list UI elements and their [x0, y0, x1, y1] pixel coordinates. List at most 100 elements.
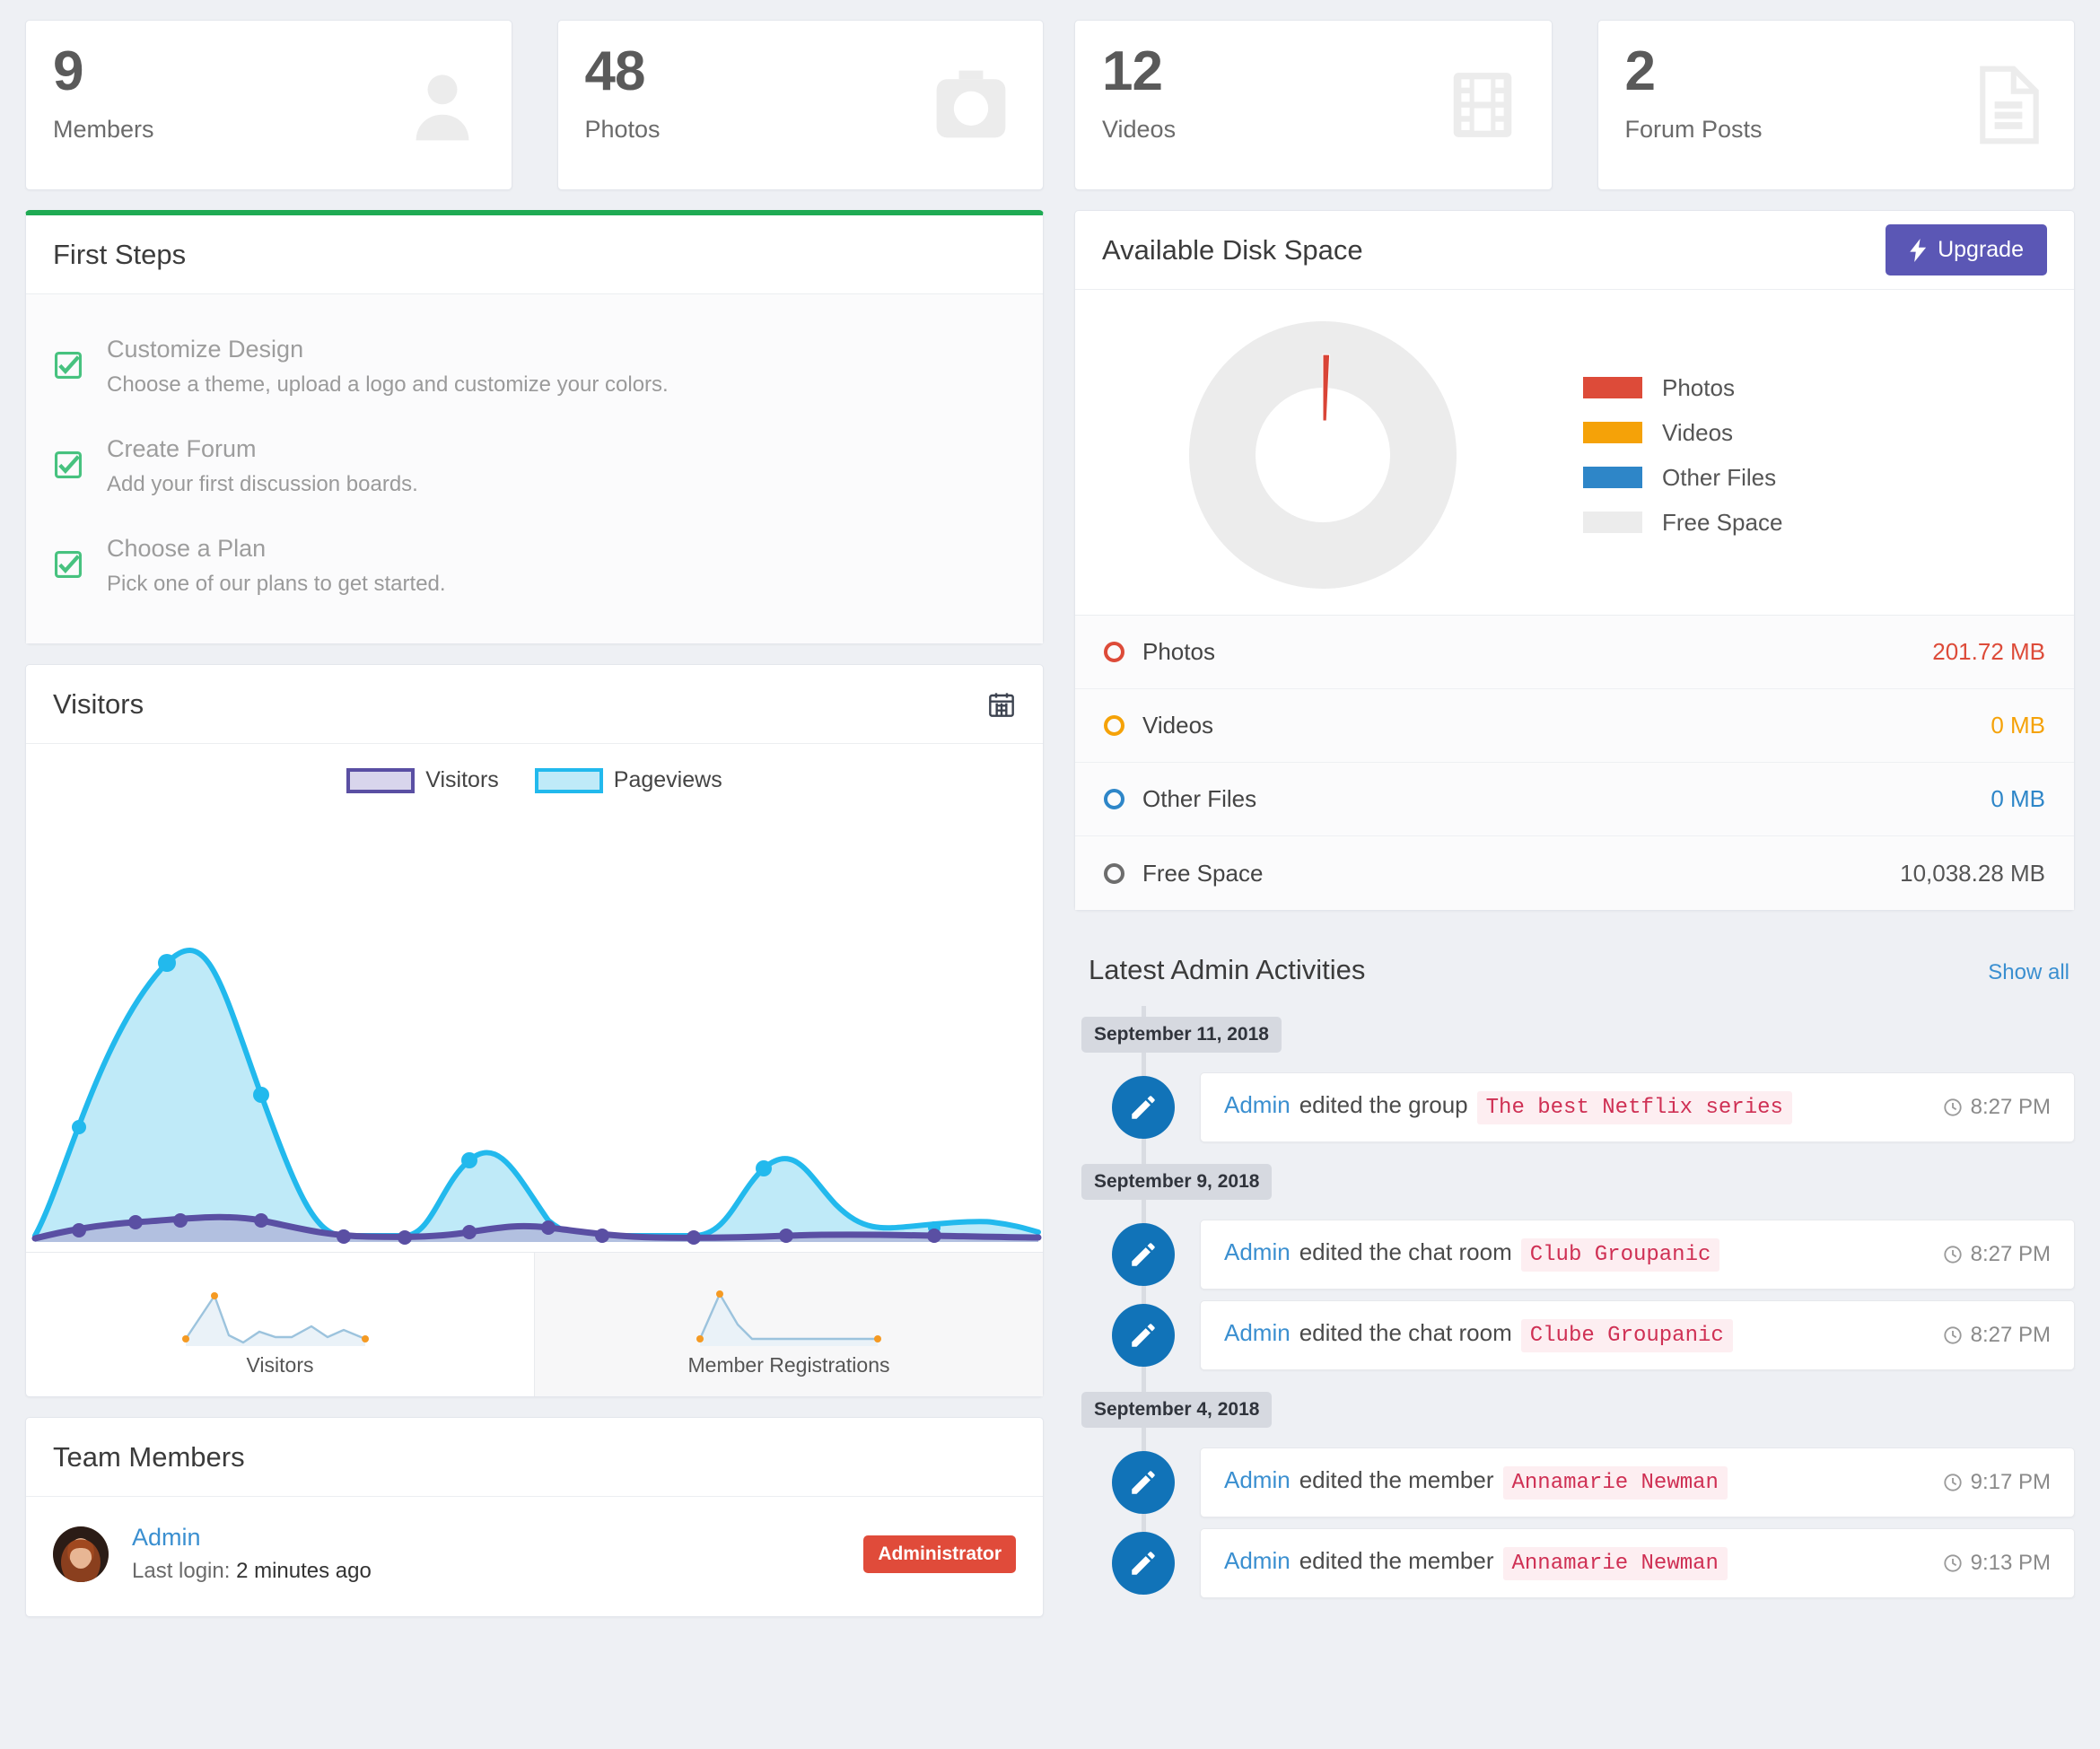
activity-time: 8:27 PM: [1943, 1095, 2051, 1120]
activity-text: Admin edited the chat room Club Groupani…: [1224, 1237, 1720, 1272]
legend-label: Pageviews: [613, 767, 722, 792]
ring-icon: [1104, 642, 1124, 662]
upgrade-button-label: Upgrade: [1938, 237, 2024, 262]
stat-card-forum-posts[interactable]: 2 Forum Posts: [1597, 20, 2075, 190]
activity-time: 8:27 PM: [1943, 1242, 2051, 1267]
legend-label: Visitors: [425, 767, 499, 792]
mini-chart-member-registrations[interactable]: Member Registrations: [534, 1253, 1043, 1396]
activity-card[interactable]: Admin edited the member Annamarie Newman…: [1200, 1447, 2075, 1517]
activity-card[interactable]: Admin edited the group The best Netflix …: [1200, 1072, 2075, 1142]
status-badge: Administrator: [863, 1535, 1016, 1573]
disk-space-panel: Available Disk Space Upgrade Photos Vide…: [1074, 210, 2075, 911]
avatar[interactable]: [53, 1526, 109, 1582]
activity-object[interactable]: Annamarie Newman: [1502, 1465, 1728, 1500]
disk-legend-item[interactable]: Videos: [1583, 419, 1782, 447]
calendar-icon[interactable]: [987, 690, 1016, 719]
show-all-link[interactable]: Show all: [1988, 960, 2069, 985]
activity-object[interactable]: Annamarie Newman: [1502, 1546, 1728, 1580]
pencil-icon: [1112, 1076, 1175, 1139]
disk-legend-item[interactable]: Free Space: [1583, 509, 1782, 537]
step-description: Choose a theme, upload a logo and custom…: [107, 372, 669, 397]
pencil-icon: [1112, 1532, 1175, 1595]
activity-item[interactable]: Admin edited the group The best Netflix …: [1074, 1072, 2075, 1142]
disk-row-value: 201.72 MB: [1932, 638, 2045, 665]
disk-usage-row[interactable]: Videos 0 MB: [1075, 689, 2074, 763]
disk-usage-row[interactable]: Photos 201.72 MB: [1075, 616, 2074, 689]
activity-action: edited the chat room: [1299, 1318, 1512, 1346]
stat-cards-left: 9 Members 48 Photos: [25, 20, 1044, 190]
step-description: Add your first discussion boards.: [107, 472, 418, 496]
activity-card[interactable]: Admin edited the member Annamarie Newman…: [1200, 1528, 2075, 1598]
clock-icon: [1943, 1245, 1963, 1264]
activity-time: 9:13 PM: [1943, 1551, 2051, 1576]
activity-object[interactable]: Clube Groupanic: [1520, 1318, 1733, 1352]
last-login-label: Last login:: [132, 1559, 231, 1583]
checked-box-icon: [53, 549, 83, 580]
activity-object[interactable]: Club Groupanic: [1520, 1237, 1720, 1272]
film-icon: [1444, 66, 1521, 144]
disk-usage-row[interactable]: Other Files 0 MB: [1075, 763, 2074, 836]
activity-item[interactable]: Admin edited the chat room Club Groupani…: [1074, 1220, 2075, 1290]
disk-row-value: 0 MB: [1991, 785, 2045, 812]
disk-usage-list: Photos 201.72 MB Videos 0 MB Other Files…: [1075, 615, 2074, 910]
mini-chart-visitors[interactable]: Visitors: [26, 1253, 534, 1396]
first-steps-header: First Steps: [26, 215, 1043, 294]
activity-object[interactable]: The best Netflix series: [1476, 1090, 1792, 1124]
legend-item-pageviews[interactable]: Pageviews: [534, 767, 722, 793]
mini-charts-row: Visitors Member Registrations: [26, 1252, 1043, 1396]
clock-icon: [1943, 1473, 1963, 1492]
legend-swatch: [1583, 377, 1642, 398]
activity-text: Admin edited the member Annamarie Newman: [1224, 1546, 1728, 1580]
checked-box-icon: [53, 450, 83, 480]
panel-title: Team Members: [53, 1440, 245, 1473]
disk-row-label: Videos: [1142, 712, 1214, 739]
bolt-icon: [1909, 238, 1929, 262]
section-title: Latest Admin Activities: [1089, 954, 1366, 985]
upgrade-button[interactable]: Upgrade: [1886, 224, 2047, 275]
activity-item[interactable]: Admin edited the chat room Clube Groupan…: [1074, 1300, 2075, 1370]
first-step-item[interactable]: Choose a Plan Pick one of our plans to g…: [53, 517, 1016, 617]
right-column: 12 Videos 2 Forum Posts Available Disk S…: [1074, 20, 2075, 1749]
stat-card-members[interactable]: 9 Members: [25, 20, 512, 190]
activity-user[interactable]: Admin: [1224, 1238, 1291, 1266]
disk-row-label: Other Files: [1142, 785, 1257, 812]
activity-user[interactable]: Admin: [1224, 1319, 1291, 1347]
activity-action: edited the group: [1299, 1090, 1468, 1118]
disk-row-value: 10,038.28 MB: [1900, 859, 2045, 887]
member-name[interactable]: Admin: [132, 1524, 372, 1552]
disk-space-header: Available Disk Space Upgrade: [1075, 211, 2074, 290]
team-member-row[interactable]: Admin Last login: 2 minutes ago Administ…: [26, 1497, 1043, 1616]
activity-action: edited the member: [1299, 1546, 1494, 1574]
disk-legend-item[interactable]: Other Files: [1583, 464, 1782, 492]
activity-text: Admin edited the member Annamarie Newman: [1224, 1465, 1728, 1500]
disk-legend-item[interactable]: Photos: [1583, 374, 1782, 402]
clock-icon: [1943, 1097, 1963, 1117]
visitors-header: Visitors: [26, 665, 1043, 744]
activity-user[interactable]: Admin: [1224, 1547, 1291, 1575]
legend-swatch: [534, 767, 603, 793]
disk-usage-row[interactable]: Free Space 10,038.28 MB: [1075, 836, 2074, 910]
camera-icon: [930, 66, 1012, 144]
stat-card-videos[interactable]: 12 Videos: [1074, 20, 1553, 190]
team-members-panel: Team Members Admin Last login: 2 minutes: [25, 1417, 1044, 1617]
step-title: Customize Design: [107, 336, 304, 363]
activity-card[interactable]: Admin edited the chat room Clube Groupan…: [1200, 1300, 2075, 1370]
activity-user[interactable]: Admin: [1224, 1466, 1291, 1494]
stat-card-photos[interactable]: 48 Photos: [556, 20, 1044, 190]
activity-user[interactable]: Admin: [1224, 1091, 1291, 1119]
activity-time-text: 9:17 PM: [1970, 1470, 2051, 1494]
disk-row-label: Free Space: [1142, 859, 1264, 887]
step-description: Pick one of our plans to get started.: [107, 572, 446, 596]
first-step-item[interactable]: Create Forum Add your first discussion b…: [53, 417, 1016, 517]
activity-item[interactable]: Admin edited the member Annamarie Newman…: [1074, 1528, 2075, 1598]
pencil-icon: [1112, 1451, 1175, 1514]
activity-item[interactable]: Admin edited the member Annamarie Newman…: [1074, 1447, 2075, 1517]
team-members-header: Team Members: [26, 1418, 1043, 1497]
legend-item-visitors[interactable]: Visitors: [346, 767, 499, 793]
activity-timeline: September 11, 2018 Admin edited the grou…: [1074, 1006, 2075, 1598]
disk-donut-chart[interactable]: Photos Videos Other Files Free Space: [1075, 290, 2074, 615]
activity-time: 8:27 PM: [1943, 1323, 2051, 1348]
first-step-item[interactable]: Customize Design Choose a theme, upload …: [53, 318, 1016, 417]
visitors-area-chart[interactable]: [26, 799, 1043, 1252]
activity-card[interactable]: Admin edited the chat room Club Groupani…: [1200, 1220, 2075, 1290]
